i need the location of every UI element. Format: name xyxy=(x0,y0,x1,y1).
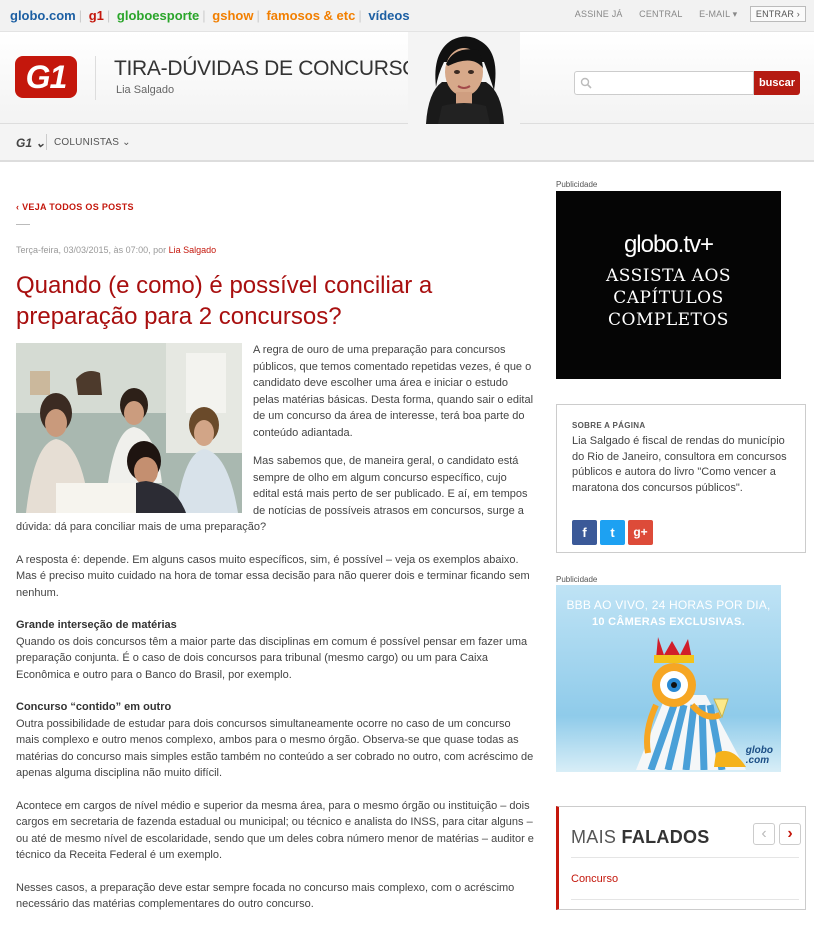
link-globo[interactable]: globo.com xyxy=(10,8,76,23)
back-to-posts-link[interactable]: ‹ VEJA TODOS OS POSTS xyxy=(16,202,134,212)
link-g1[interactable]: g1 xyxy=(89,8,104,23)
nav-divider xyxy=(46,134,47,150)
paragraph-6: Acontece em cargos de nível médio e supe… xyxy=(16,799,534,862)
nav-g1-menu[interactable]: G1 ⌄ xyxy=(16,136,45,150)
google-plus-icon[interactable]: g+ xyxy=(628,520,653,545)
bbb-ad-line-1: BBB AO VIVO, 24 HORAS POR DIA, xyxy=(566,598,771,612)
blog-title[interactable]: TIRA-DÚVIDAS DE CONCURSOS xyxy=(114,57,432,81)
globocom-logo: globo .com xyxy=(746,746,773,766)
nav-columnists-menu[interactable]: COLUNISTAS ⌄ xyxy=(54,137,131,148)
link-globoesporte[interactable]: globoesporte xyxy=(117,8,199,23)
search-box: buscar xyxy=(574,71,800,95)
ad-label: Publicidade xyxy=(556,180,598,189)
author-portrait xyxy=(408,32,520,124)
g1-logo[interactable]: G1 xyxy=(15,56,77,98)
post-meta: Terça-feira, 03/03/2015, às 07:00, por L… xyxy=(16,245,216,255)
account-links: ASSINE JÁ CENTRAL E-MAIL ▾ ENTRAR › xyxy=(561,6,806,22)
article-photo xyxy=(16,343,242,513)
section-intersection: Grande interseção de matérias Quando os d… xyxy=(16,617,534,683)
globotv-ad[interactable]: globo.tv+ ASSISTA AOS CAPÍTULOS COMPLETO… xyxy=(556,191,781,379)
subheading-intersection: Grande interseção de matérias xyxy=(16,619,177,631)
most-discussed-title: MAIS FALADOS xyxy=(571,827,710,848)
login-button[interactable]: ENTRAR › xyxy=(749,6,806,22)
globotv-message: ASSISTA AOS CAPÍTULOS COMPLETOS xyxy=(556,265,781,331)
globotv-line-1: ASSISTA AOS xyxy=(605,266,732,286)
about-text: Lia Salgado é fiscal de rendas do municí… xyxy=(572,435,787,494)
next-arrow-icon[interactable]: › xyxy=(779,823,801,845)
subheading-contained: Concurso “contido” em outro xyxy=(16,701,172,713)
link-gshow[interactable]: gshow xyxy=(212,8,253,23)
twitter-icon[interactable]: t xyxy=(600,520,625,545)
most-discussed-item[interactable]: Concurso xyxy=(571,873,618,885)
subscribe-link[interactable]: ASSINE JÁ xyxy=(575,9,623,19)
prev-arrow-icon[interactable]: ‹ xyxy=(753,823,775,845)
ad-label-2: Publicidade xyxy=(556,575,598,584)
about-title: SOBRE A PÁGINA xyxy=(572,421,646,430)
list-divider xyxy=(571,857,799,858)
globocom-logo-suffix: .com xyxy=(745,755,770,766)
link-videos[interactable]: vídeos xyxy=(368,8,409,23)
most-discussed-bold: FALADOS xyxy=(621,827,710,847)
email-menu[interactable]: E-MAIL ▾ xyxy=(699,9,737,19)
search-icon xyxy=(580,77,592,89)
portal-links: globo.com | g1 | globoesporte | gshow | famo… xyxy=(10,8,410,23)
globotv-brand: globo.tv+ xyxy=(623,231,714,258)
list-divider-2 xyxy=(571,899,799,900)
most-discussed-box: MAIS FALADOS ‹ › Concurso xyxy=(556,806,806,910)
about-page-box: SOBRE A PÁGINA Lia Salgado é fiscal de r… xyxy=(556,404,806,553)
paragraph-3: A resposta é: depende. Em alguns casos m… xyxy=(16,553,530,599)
header-divider xyxy=(95,56,96,100)
paragraph-5: Outra possibilidade de estudar para dois… xyxy=(16,717,534,780)
post-title: Quando (e como) é possível conciliar a p… xyxy=(16,272,433,330)
blog-header: G1 TIRA-DÚVIDAS DE CONCURSOS Lia Salgado… xyxy=(0,32,814,124)
bbb-ad[interactable]: BBB AO VIVO, 24 HORAS POR DIA, 10 CÂMERA… xyxy=(556,585,781,772)
paragraph-7: Nesses casos, a preparação deve estar se… xyxy=(16,881,515,911)
globotv-line-3: COMPLETOS xyxy=(608,310,729,330)
bbb-ad-line-2: 10 CÂMERAS EXCLUSIVAS. xyxy=(591,616,746,628)
globo-top-bar: globo.com | g1 | globoesporte | gshow | famo… xyxy=(0,0,814,32)
central-link[interactable]: CENTRAL xyxy=(639,9,682,19)
divider-dash xyxy=(16,224,30,225)
blog-author: Lia Salgado xyxy=(116,84,175,96)
post-author-link[interactable]: Lia Salgado xyxy=(169,245,217,255)
link-famosos[interactable]: famosos & etc xyxy=(266,8,355,23)
post-body: A regra de ouro de uma preparação para c… xyxy=(16,342,534,929)
facebook-icon[interactable]: f xyxy=(572,520,597,545)
search-input[interactable] xyxy=(574,71,754,95)
section-nav: G1 ⌄ COLUNISTAS ⌄ xyxy=(0,124,814,162)
paragraph-4: Quando os dois concursos têm a maior par… xyxy=(16,635,528,681)
bbb-mascot-illustration xyxy=(636,637,746,770)
search-button[interactable]: buscar xyxy=(754,71,800,95)
globotv-line-2: CAPÍTULOS xyxy=(613,288,724,308)
most-discussed-prefix: MAIS xyxy=(571,827,622,847)
post-date: Terça-feira, 03/03/2015, às 07:00, por xyxy=(16,245,169,255)
section-contained: Concurso “contido” em outro Outra possibi… xyxy=(16,699,534,782)
